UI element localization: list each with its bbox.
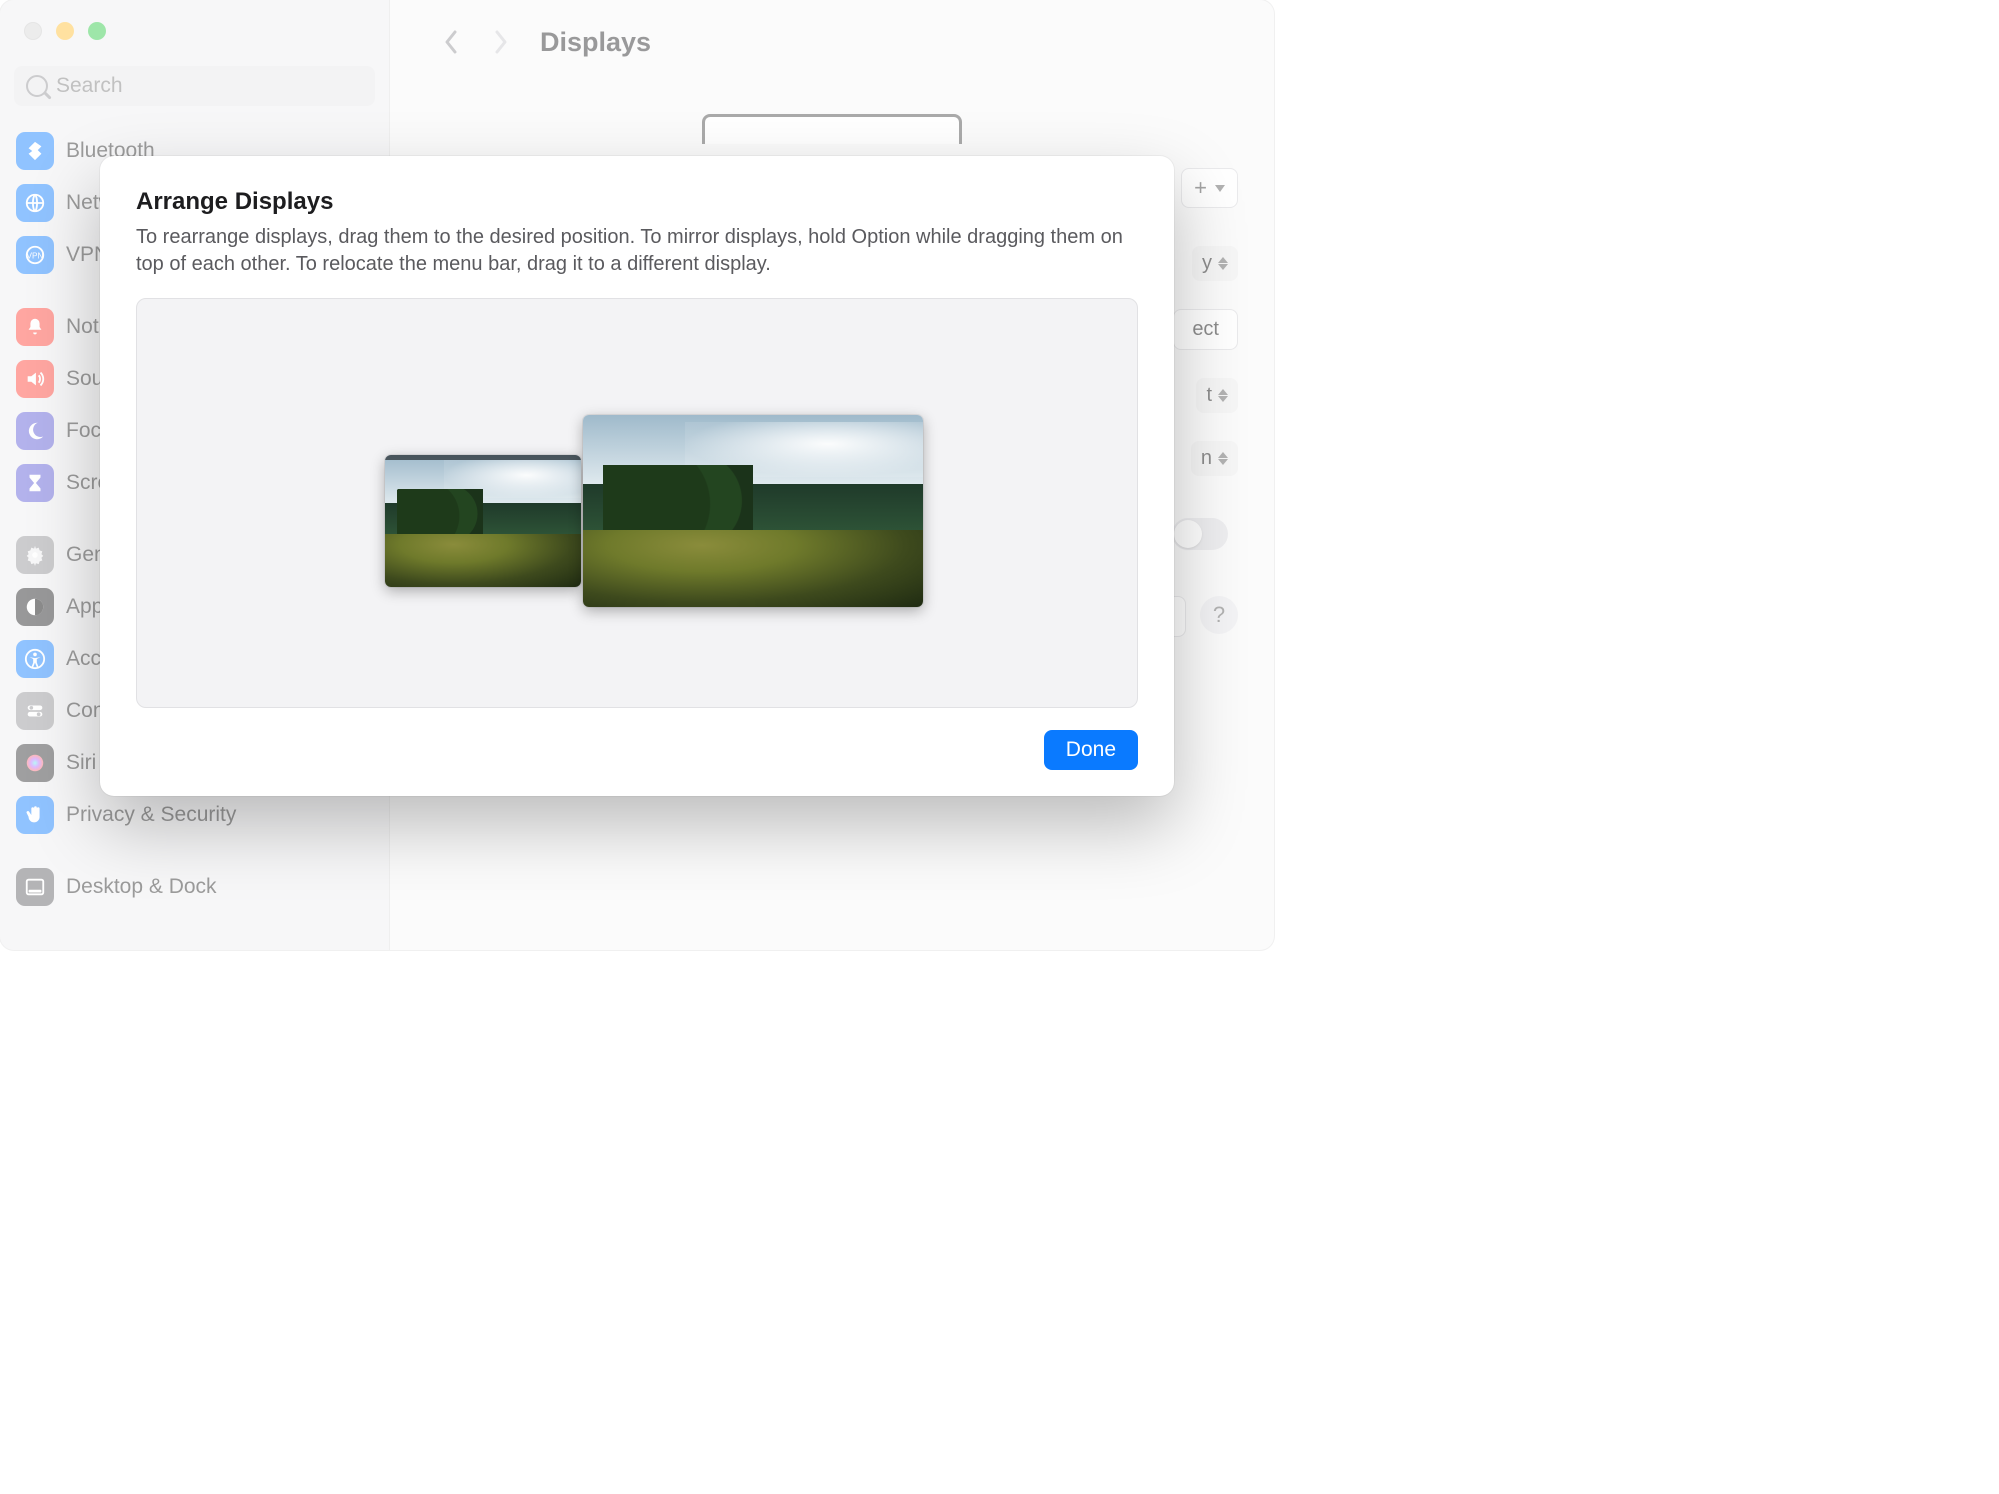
dialog-title: Arrange Displays	[136, 188, 1138, 216]
arrange-canvas[interactable]	[136, 298, 1138, 708]
arrange-displays-dialog: Arrange Displays To rearrange displays, …	[100, 156, 1174, 796]
system-settings-window: BluetoothNetworkVPNVPNNotificationsSound…	[0, 0, 1274, 950]
dialog-description: To rearrange displays, drag them to the …	[136, 224, 1138, 278]
done-button[interactable]: Done	[1044, 730, 1138, 770]
display-thumb-2[interactable]	[583, 415, 923, 607]
modal-overlay: Arrange Displays To rearrange displays, …	[0, 0, 1274, 950]
menu-bar-indicator[interactable]	[385, 455, 581, 460]
display-thumb-1[interactable]	[385, 455, 581, 587]
